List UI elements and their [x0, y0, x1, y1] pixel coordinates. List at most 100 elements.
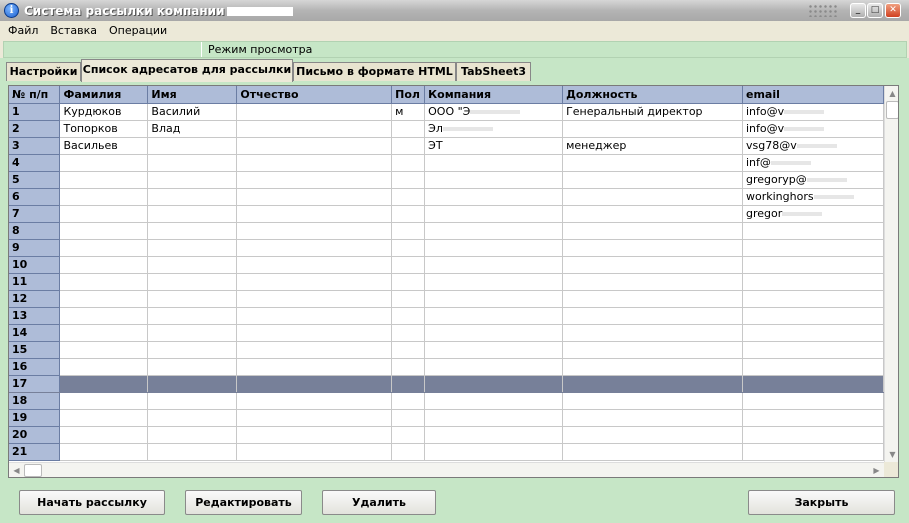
table-cell[interactable] — [391, 205, 426, 223]
table-cell[interactable] — [562, 120, 743, 138]
table-cell[interactable] — [59, 307, 149, 325]
table-cell[interactable]: Топорков — [59, 120, 149, 138]
table-cell[interactable] — [236, 443, 393, 461]
table-cell[interactable] — [742, 273, 884, 291]
table-cell[interactable] — [236, 409, 393, 427]
table-row[interactable]: 5 gregoryp@ — [9, 171, 884, 189]
table-cell[interactable] — [424, 324, 564, 342]
table-cell[interactable] — [391, 341, 426, 359]
table-cell[interactable] — [424, 409, 564, 427]
recipients-grid[interactable]: № п/п Фамилия Имя Отчество Пол Компания Должно… — [8, 85, 899, 478]
table-cell[interactable] — [59, 222, 149, 240]
table-cell[interactable] — [59, 341, 149, 359]
horizontal-scrollbar[interactable]: ◀ ▶ — [9, 462, 884, 477]
table-row[interactable]: 19 — [9, 409, 884, 427]
maximize-icon[interactable]: □ — [867, 3, 883, 18]
vertical-scrollbar[interactable]: ▲ ▼ — [884, 86, 898, 462]
table-cell[interactable] — [147, 375, 238, 393]
scroll-up-icon[interactable]: ▲ — [885, 86, 898, 101]
column-header[interactable]: Компания — [424, 86, 564, 104]
table-cell[interactable] — [424, 341, 564, 359]
table-cell[interactable]: vsg78@v — [742, 137, 884, 155]
table-cell[interactable] — [424, 358, 564, 376]
table-cell[interactable] — [424, 222, 564, 240]
table-cell[interactable] — [236, 375, 393, 393]
table-row[interactable]: 14 — [9, 324, 884, 342]
table-cell[interactable] — [562, 256, 743, 274]
table-cell[interactable] — [391, 443, 426, 461]
menu-operations[interactable]: Операции — [105, 24, 171, 37]
table-cell[interactable] — [562, 358, 743, 376]
table-cell[interactable]: Генеральный директор — [562, 103, 743, 121]
column-header[interactable]: Имя — [147, 86, 238, 104]
table-cell[interactable] — [391, 171, 426, 189]
table-cell[interactable] — [742, 290, 884, 308]
scroll-left-icon[interactable]: ◀ — [9, 463, 24, 477]
table-cell[interactable] — [424, 154, 564, 172]
row-number[interactable]: 19 — [9, 409, 61, 427]
table-cell[interactable] — [59, 443, 149, 461]
table-cell[interactable] — [59, 324, 149, 342]
table-cell[interactable] — [562, 375, 743, 393]
column-header[interactable]: Фамилия — [59, 86, 149, 104]
table-cell[interactable]: gregoryp@ — [742, 171, 884, 189]
table-cell[interactable] — [147, 307, 238, 325]
row-number[interactable]: 3 — [9, 137, 61, 155]
row-number[interactable]: 17 — [9, 375, 61, 393]
table-cell[interactable] — [424, 205, 564, 223]
table-cell[interactable] — [59, 290, 149, 308]
table-cell[interactable] — [236, 239, 393, 257]
table-cell[interactable] — [424, 392, 564, 410]
column-header[interactable]: Должность — [562, 86, 743, 104]
table-cell[interactable] — [236, 137, 393, 155]
table-cell[interactable] — [236, 256, 393, 274]
table-cell[interactable]: inf@ — [742, 154, 884, 172]
table-cell[interactable] — [59, 205, 149, 223]
table-cell[interactable] — [562, 205, 743, 223]
table-cell[interactable] — [391, 375, 426, 393]
row-number[interactable]: 6 — [9, 188, 61, 206]
table-row[interactable]: 9 — [9, 239, 884, 257]
table-cell[interactable] — [391, 154, 426, 172]
tab-html-letter[interactable]: Письмо в формате HTML — [293, 62, 456, 81]
table-cell[interactable] — [59, 426, 149, 444]
table-cell[interactable] — [59, 256, 149, 274]
vertical-scroll-thumb[interactable] — [886, 101, 898, 119]
table-cell[interactable] — [236, 154, 393, 172]
table-cell[interactable] — [391, 256, 426, 274]
row-number[interactable]: 14 — [9, 324, 61, 342]
row-number[interactable]: 12 — [9, 290, 61, 308]
table-cell[interactable] — [236, 358, 393, 376]
table-cell[interactable] — [236, 392, 393, 410]
table-cell[interactable] — [236, 120, 393, 138]
table-cell[interactable] — [147, 324, 238, 342]
table-cell[interactable] — [742, 256, 884, 274]
table-cell[interactable] — [59, 171, 149, 189]
column-header[interactable]: email — [742, 86, 884, 104]
menu-insert[interactable]: Вставка — [46, 24, 101, 37]
table-cell[interactable] — [147, 222, 238, 240]
row-number[interactable]: 8 — [9, 222, 61, 240]
table-cell[interactable] — [742, 358, 884, 376]
table-row[interactable]: 2 Топорков Влад Эл info@v — [9, 120, 884, 138]
table-cell[interactable] — [562, 307, 743, 325]
table-cell[interactable] — [562, 188, 743, 206]
table-cell[interactable] — [59, 409, 149, 427]
table-cell[interactable]: gregor — [742, 205, 884, 223]
table-row[interactable]: 16 — [9, 358, 884, 376]
table-cell[interactable] — [562, 290, 743, 308]
table-cell[interactable] — [424, 290, 564, 308]
table-cell[interactable] — [236, 324, 393, 342]
table-cell[interactable] — [391, 392, 426, 410]
table-cell[interactable] — [147, 273, 238, 291]
delete-button[interactable]: Удалить — [322, 490, 436, 515]
table-cell[interactable] — [236, 341, 393, 359]
table-cell[interactable] — [59, 358, 149, 376]
row-number[interactable]: 2 — [9, 120, 61, 138]
tab-settings[interactable]: Настройки — [6, 62, 81, 81]
start-mailing-button[interactable]: Начать рассылку — [19, 490, 165, 515]
table-cell[interactable] — [147, 171, 238, 189]
table-cell[interactable] — [562, 222, 743, 240]
table-cell[interactable] — [562, 409, 743, 427]
table-cell[interactable] — [742, 324, 884, 342]
